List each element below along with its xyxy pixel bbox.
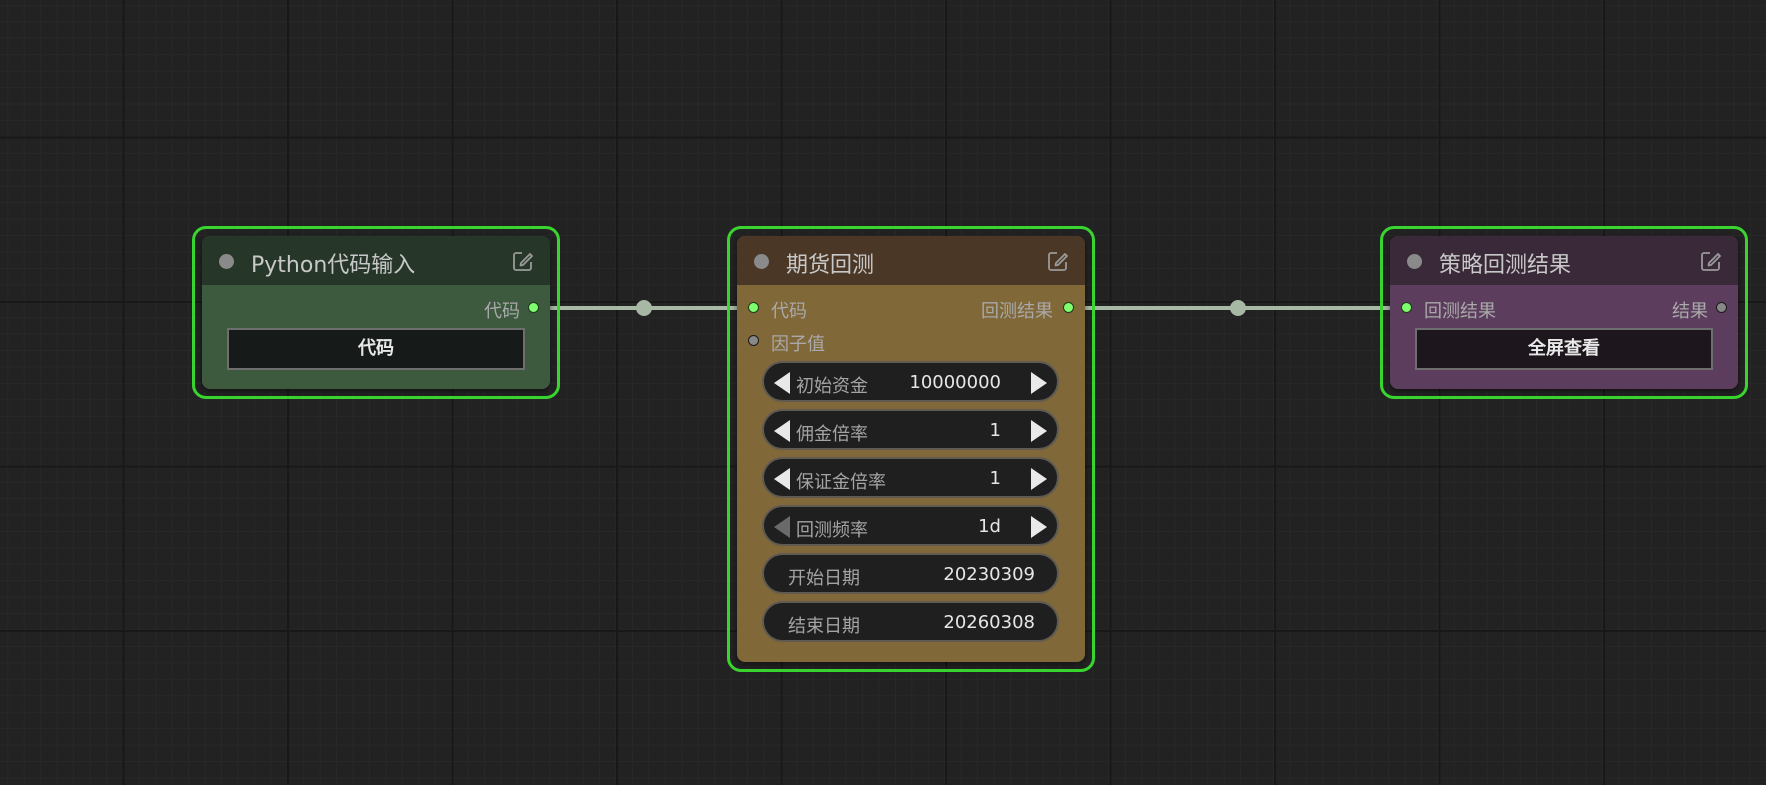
node-futures-backtest[interactable]: 期货回测 代码 因子值 回测结果 初始资金 10000000 佣金倍率 1 保证…	[737, 236, 1085, 662]
input-label-code: 代码	[771, 301, 807, 322]
widget-label: 保证金倍率	[796, 472, 886, 493]
widget-label: 初始资金	[796, 376, 868, 397]
decrement-arrow-icon[interactable]	[774, 420, 790, 442]
input-slot-backtest-result[interactable]	[1401, 302, 1412, 313]
fullscreen-view-button[interactable]: 全屏查看	[1415, 328, 1713, 370]
collapse-dot-icon[interactable]	[219, 254, 234, 269]
edit-icon[interactable]	[512, 250, 534, 272]
node-title-bar[interactable]: 策略回测结果	[1390, 236, 1738, 285]
node-strategy-result[interactable]: 策略回测结果 回测结果 结果 全屏查看	[1390, 236, 1738, 389]
increment-arrow-icon[interactable]	[1031, 516, 1047, 538]
output-slot-backtest-result[interactable]	[1063, 302, 1074, 313]
start-date-widget[interactable]: 开始日期 20230309	[762, 553, 1059, 594]
input-label-backtest-result: 回测结果	[1424, 301, 1496, 322]
margin-multiplier-widget[interactable]: 保证金倍率 1	[762, 457, 1059, 498]
collapse-dot-icon[interactable]	[1407, 254, 1422, 269]
decrement-arrow-icon[interactable]	[774, 516, 790, 538]
backtest-frequency-widget[interactable]: 回测频率 1d	[762, 505, 1059, 546]
input-label-factor: 因子值	[771, 334, 825, 355]
widget-value: 1	[989, 420, 1001, 441]
widget-value: 20230309	[943, 564, 1035, 585]
node-title-bar[interactable]: Python代码输入	[202, 236, 550, 285]
output-slot-code[interactable]	[528, 302, 539, 313]
output-label-code: 代码	[484, 301, 520, 322]
widget-value: 1	[989, 468, 1001, 489]
output-label-backtest-result: 回测结果	[981, 301, 1053, 322]
widget-label: 佣金倍率	[796, 424, 868, 445]
link-backtest-result-midpoint[interactable]	[1230, 300, 1246, 316]
increment-arrow-icon[interactable]	[1031, 372, 1047, 394]
widget-label: 开始日期	[788, 568, 860, 589]
decrement-arrow-icon[interactable]	[774, 372, 790, 394]
widget-label: 回测频率	[796, 520, 868, 541]
decrement-arrow-icon[interactable]	[774, 468, 790, 490]
node-title: Python代码输入	[251, 253, 416, 278]
commission-multiplier-widget[interactable]: 佣金倍率 1	[762, 409, 1059, 450]
widget-value: 10000000	[909, 372, 1001, 393]
node-title: 期货回测	[786, 253, 875, 278]
input-slot-factor[interactable]	[748, 335, 759, 346]
widget-label: 结束日期	[788, 616, 860, 637]
node-title-bar[interactable]: 期货回测	[737, 236, 1085, 285]
node-graph-canvas[interactable]: Python代码输入 代码 代码 期货回测 代码 因子值 回测结果 初始资金 1…	[0, 0, 1766, 785]
increment-arrow-icon[interactable]	[1031, 420, 1047, 442]
output-label-result: 结果	[1672, 301, 1708, 322]
code-button[interactable]: 代码	[227, 328, 525, 370]
edit-icon[interactable]	[1047, 250, 1069, 272]
node-python-input[interactable]: Python代码输入 代码 代码	[202, 236, 550, 389]
end-date-widget[interactable]: 结束日期 20260308	[762, 601, 1059, 642]
output-slot-result[interactable]	[1716, 302, 1727, 313]
widget-value: 1d	[978, 516, 1001, 537]
edit-icon[interactable]	[1700, 250, 1722, 272]
input-slot-code[interactable]	[748, 302, 759, 313]
initial-capital-widget[interactable]: 初始资金 10000000	[762, 361, 1059, 402]
link-code-midpoint[interactable]	[636, 300, 652, 316]
widget-value: 20260308	[943, 612, 1035, 633]
node-title: 策略回测结果	[1439, 253, 1572, 278]
collapse-dot-icon[interactable]	[754, 254, 769, 269]
increment-arrow-icon[interactable]	[1031, 468, 1047, 490]
